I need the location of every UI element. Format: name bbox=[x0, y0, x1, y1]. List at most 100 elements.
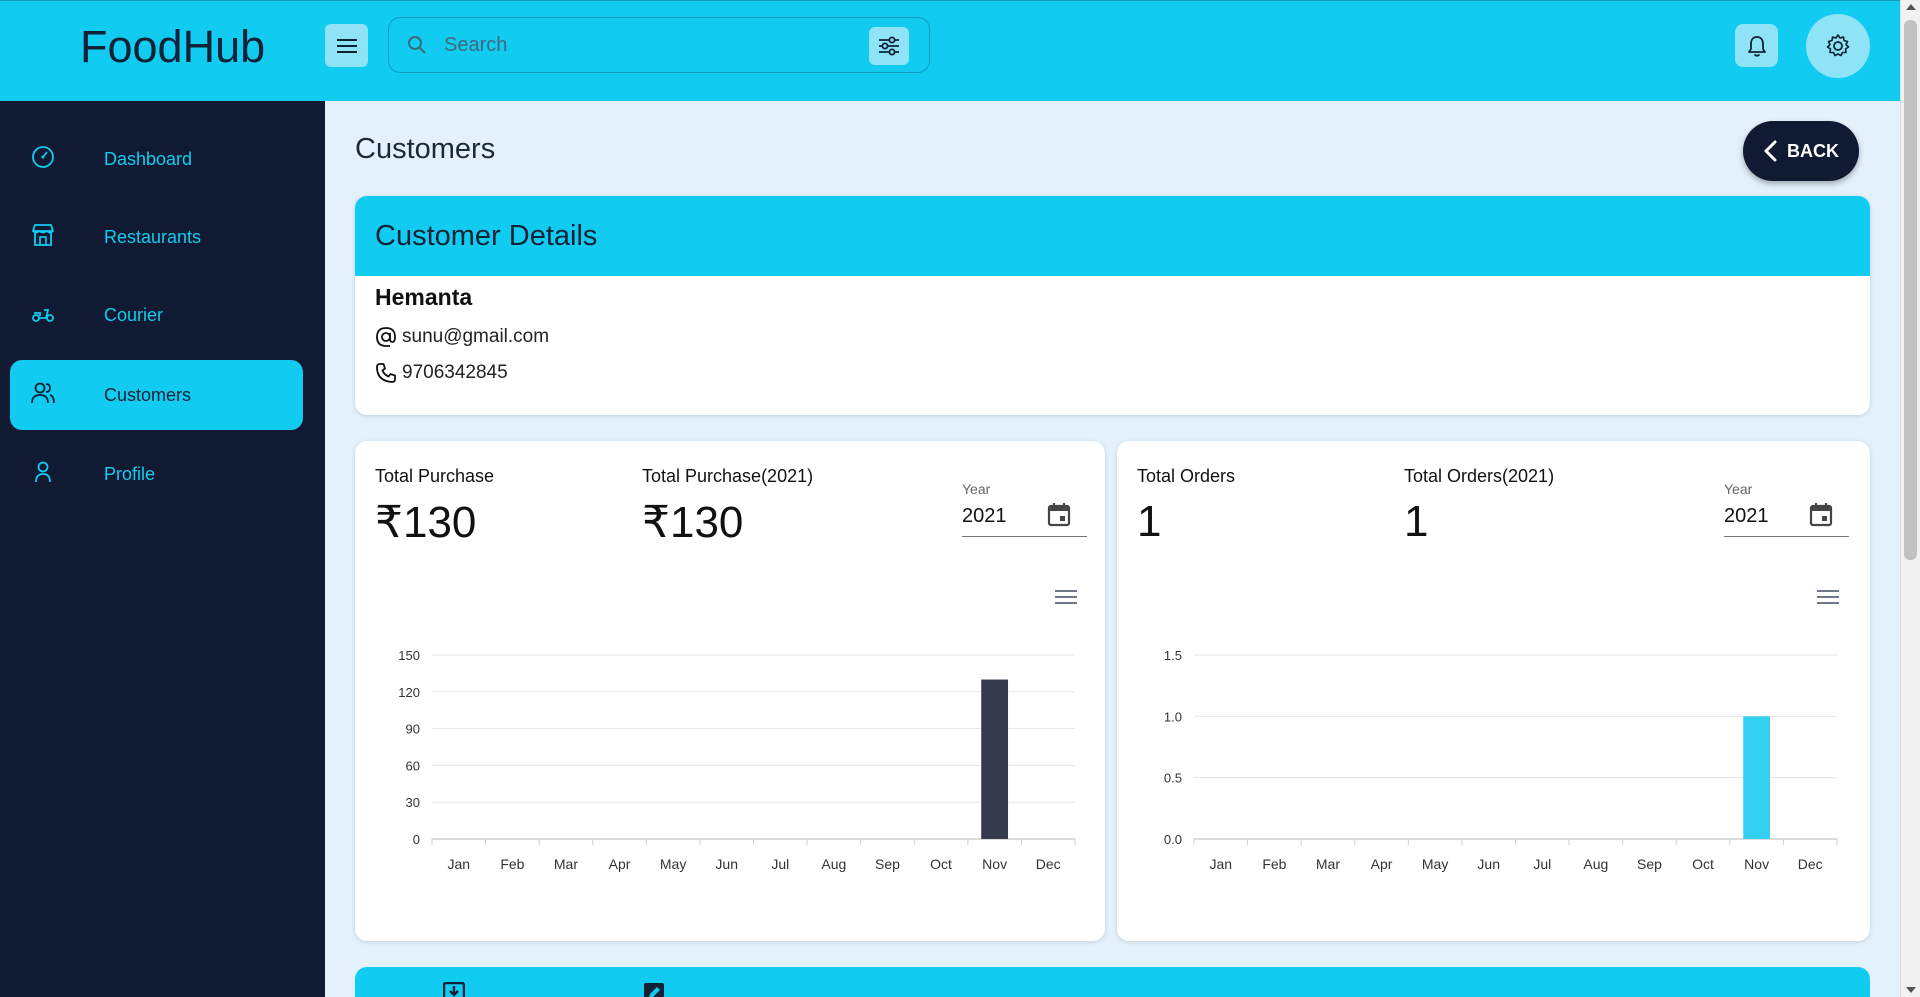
customer-name: Hemanta bbox=[375, 284, 473, 310]
x-tick-label: Jan bbox=[448, 856, 471, 872]
scroll-thumb[interactable] bbox=[1904, 20, 1917, 560]
total-purchase-label: Total Purchase bbox=[375, 466, 495, 486]
year-field-value: 2021 bbox=[962, 505, 1007, 527]
filter-button[interactable] bbox=[869, 27, 909, 65]
year-purchase-label: Total Purchase(2021) bbox=[642, 466, 814, 486]
sidebar-item-profile[interactable]: Profile bbox=[10, 439, 303, 509]
y-tick-label: 30 bbox=[406, 795, 420, 810]
page-title: Customers bbox=[355, 133, 496, 165]
sidebar-item-label: Profile bbox=[104, 463, 156, 484]
x-tick-label: Apr bbox=[1371, 856, 1393, 872]
x-tick-label: Apr bbox=[609, 856, 631, 872]
edit-icon[interactable] bbox=[643, 982, 665, 997]
phone-icon bbox=[376, 363, 396, 383]
total-orders-value: 1 bbox=[1137, 497, 1162, 546]
year-orders-value: 1 bbox=[1404, 497, 1429, 546]
sidebar-item-label: Restaurants bbox=[104, 226, 202, 247]
page-scrollbar[interactable] bbox=[1900, 0, 1920, 997]
back-button-label: BACK bbox=[1787, 140, 1839, 161]
y-tick-label: 0.0 bbox=[1164, 832, 1182, 847]
download-icon[interactable] bbox=[443, 982, 465, 997]
menu-toggle-button[interactable] bbox=[325, 24, 368, 67]
x-tick-label: May bbox=[1422, 856, 1448, 872]
gauge-icon bbox=[32, 146, 54, 168]
users-icon bbox=[31, 382, 55, 404]
x-tick-label: Feb bbox=[500, 856, 524, 872]
year-field-label: Year bbox=[1724, 481, 1753, 497]
y-tick-label: 0 bbox=[413, 832, 420, 847]
sidebar-item-label: Courier bbox=[104, 304, 164, 325]
y-tick-label: 120 bbox=[398, 685, 420, 700]
x-tick-label: Nov bbox=[1744, 856, 1769, 872]
notifications-button[interactable] bbox=[1735, 24, 1778, 67]
purchase-year-picker[interactable]: Year 2021 bbox=[962, 481, 1087, 537]
x-tick-label: Jul bbox=[1533, 856, 1551, 872]
total-purchase-value: ₹130 bbox=[375, 498, 477, 547]
search-icon bbox=[408, 36, 426, 54]
sliders-icon bbox=[879, 36, 899, 56]
x-tick-label: Jun bbox=[1477, 856, 1500, 872]
year-field-value: 2021 bbox=[1724, 505, 1769, 527]
orders-table-header bbox=[355, 967, 1870, 997]
orders-year-picker[interactable]: Year 2021 bbox=[1724, 481, 1849, 537]
year-purchase-value: ₹130 bbox=[642, 498, 744, 547]
customer-phone: 9706342845 bbox=[402, 362, 508, 383]
customer-email: sunu@gmail.com bbox=[402, 326, 550, 347]
calendar-icon[interactable] bbox=[1809, 501, 1833, 527]
x-tick-label: Dec bbox=[1798, 856, 1823, 872]
x-tick-label: Aug bbox=[1583, 856, 1608, 872]
customer-phone-row: 9706342845 bbox=[375, 362, 508, 384]
sidebar-item-label: Dashboard bbox=[104, 148, 193, 169]
x-tick-label: Mar bbox=[554, 856, 578, 872]
card-title: Customer Details bbox=[355, 196, 1870, 276]
x-tick-label: Sep bbox=[1637, 856, 1662, 872]
scroll-up-arrow[interactable] bbox=[1906, 4, 1916, 10]
total-orders-label: Total Orders bbox=[1137, 466, 1236, 486]
sidebar-item-courier[interactable]: Courier bbox=[10, 280, 303, 350]
x-tick-label: Feb bbox=[1262, 856, 1286, 872]
sidebar-item-customers[interactable]: Customers bbox=[10, 360, 303, 430]
y-tick-label: 0.5 bbox=[1164, 771, 1182, 786]
back-button[interactable]: BACK bbox=[1743, 121, 1859, 181]
year-orders-label: Total Orders(2021) bbox=[1404, 466, 1555, 486]
x-tick-label: May bbox=[660, 856, 686, 872]
bar-nov[interactable] bbox=[981, 679, 1009, 839]
x-tick-label: Nov bbox=[982, 856, 1007, 872]
search-bar bbox=[388, 17, 930, 73]
x-tick-label: Oct bbox=[1692, 856, 1714, 872]
top-bar: FoodHub bbox=[0, 0, 1900, 101]
customer-email-row: sunu@gmail.com bbox=[375, 326, 549, 348]
brand-logo[interactable]: FoodHub bbox=[80, 21, 265, 73]
purchase-bar-chart: 0 30 60 90 120 150 Jan Feb Mar Apr May Jun Jul Aug Sep… bbox=[398, 648, 1076, 872]
y-tick-label: 1.0 bbox=[1164, 709, 1182, 724]
orders-card: Total Orders 1 Total Orders(2021) 1 Year… bbox=[1117, 441, 1870, 941]
x-tick-label: Dec bbox=[1036, 856, 1061, 872]
search-input[interactable] bbox=[444, 28, 844, 62]
user-icon bbox=[35, 461, 51, 483]
chevron-left-icon bbox=[1764, 140, 1777, 162]
orders-bar-chart: 0.0 0.5 1.0 1.5 Jan Feb Mar Apr May Jun Jul Aug Sep O… bbox=[1164, 648, 1838, 872]
scroll-down-arrow[interactable] bbox=[1906, 987, 1916, 993]
settings-button[interactable] bbox=[1806, 14, 1870, 78]
y-tick-label: 60 bbox=[406, 758, 420, 773]
sidebar: Dashboard Restaurants Courier Customers … bbox=[0, 101, 325, 997]
year-field-label: Year bbox=[962, 481, 991, 497]
bar-nov[interactable] bbox=[1743, 716, 1771, 839]
hamburger-icon bbox=[336, 38, 357, 53]
x-tick-label: Sep bbox=[875, 856, 900, 872]
x-tick-label: Jul bbox=[771, 856, 789, 872]
bell-icon bbox=[1747, 35, 1766, 57]
sidebar-item-dashboard[interactable]: Dashboard bbox=[10, 124, 303, 194]
x-tick-label: Aug bbox=[821, 856, 846, 872]
sidebar-item-restaurants[interactable]: Restaurants bbox=[10, 202, 303, 272]
x-tick-label: Jun bbox=[715, 856, 738, 872]
customer-details-card: Customer Details Hemanta sunu@gmail.com … bbox=[355, 196, 1870, 415]
scooter-icon bbox=[32, 309, 54, 322]
calendar-icon[interactable] bbox=[1047, 501, 1071, 527]
x-tick-label: Mar bbox=[1316, 856, 1340, 872]
gear-icon bbox=[1826, 34, 1850, 57]
x-tick-label: Oct bbox=[930, 856, 952, 872]
purchase-card: Total Purchase ₹130 Total Purchase(2021)… bbox=[355, 441, 1105, 941]
x-tick-label: Jan bbox=[1210, 856, 1233, 872]
at-sign-icon bbox=[376, 327, 396, 347]
